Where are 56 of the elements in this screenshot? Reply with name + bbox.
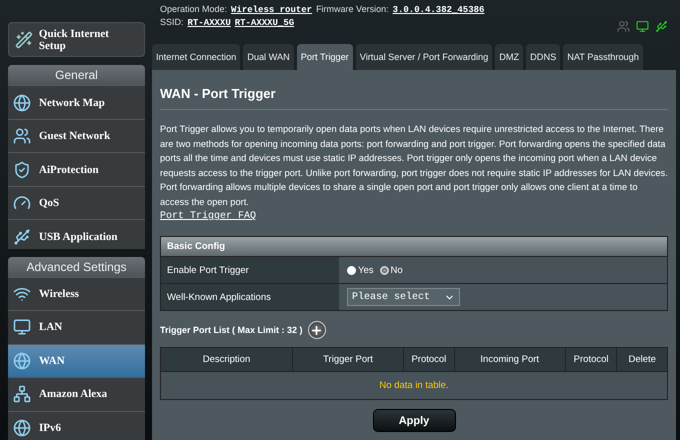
operation-mode-link[interactable]: Wireless router [231,5,312,15]
description-text: Port Trigger allows you to temporarily open data ports when LAN devices require unrestricted access to the Internet. There are two methods for opening incoming data ports: port forwarding and port trigger. Port forwarding opens the specified data ports all the time and devices must use static IP addresses. Port trigger only opens the incoming port when a LAN device requests access to the trigger port. Unlike port forwarding, port trigger does not require static IP addresses for LAN devices. Port forwarding allows multiple devices to share a single open port and port trigger only allows one client at a time to access the open port. [160,123,668,209]
radio-option[interactable]: Yes [347,264,374,276]
section-title: General [8,65,145,86]
network-icon [13,385,31,404]
ssid-link[interactable]: RT-AXXXU_5G [234,18,294,28]
tab[interactable]: Internet Connection [152,44,240,70]
plus-icon [310,324,324,336]
radio-label: No [390,264,403,276]
globe-icon [13,418,31,437]
firmware-label: Firmware Version: [316,4,389,14]
faq-link[interactable]: Port Trigger FAQ [160,211,256,222]
usb-icon [13,228,31,246]
list-title: Trigger Port List ( Max Limit : 32 ) [160,325,303,335]
globe-icon [13,352,31,370]
tab[interactable]: Port Trigger [296,44,353,70]
empty-table-message: No data in table. [161,371,667,399]
sidebar-item[interactable]: Network Map [8,85,145,119]
add-button[interactable] [308,321,326,339]
tab[interactable]: NAT Passthrough [563,44,643,70]
operation-mode-label: Operation Mode: [160,4,228,14]
users-icon [13,127,31,145]
page-title: WAN - Port Trigger [160,86,668,110]
tab[interactable]: Dual WAN [243,44,294,70]
sidebar-item[interactable]: Guest Network [8,118,145,152]
section-title: Advanced Settings [8,256,145,277]
globe-icon [13,94,31,112]
sidebar-item[interactable]: QoS [8,186,145,220]
sidebar-item[interactable]: Amazon Alexa [8,377,145,411]
sidebar-item[interactable]: IPv6 [8,410,145,440]
gauge-icon [13,194,31,212]
clients-icon[interactable] [617,20,630,33]
tab[interactable]: Virtual Server / Port Forwarding [356,44,492,70]
quick-setup-button[interactable]: Quick Internet Setup [8,22,145,58]
ssid-label: SSID: [160,17,184,27]
ssid-link[interactable]: RT-AXXXU [188,18,231,28]
sidebar-item[interactable]: Wireless [8,276,145,310]
usb-icon[interactable] [655,20,668,33]
radio-option[interactable]: No [380,264,403,276]
tab[interactable]: DDNS [526,44,560,70]
sidebar-item[interactable]: AiProtection [8,152,145,186]
tab[interactable]: DMZ [495,44,524,70]
apply-button[interactable]: Apply [372,409,456,432]
firmware-link[interactable]: 3.0.0.4.382_45386 [392,5,484,15]
sidebar-item[interactable]: WAN [8,344,145,378]
setting-label: Enable Port Trigger [161,257,339,283]
wand-icon [15,30,33,49]
application-select[interactable]: Please select [347,288,460,306]
sidebar-item[interactable]: USB Application [8,219,145,249]
radio-label: Yes [358,264,374,276]
shield-icon [13,160,31,178]
table-title: Basic Config [161,237,667,256]
column-header: Description [202,353,252,367]
setting-label: Well-Known Applications [161,284,339,310]
monitor-icon[interactable] [636,20,649,33]
monitor-icon [13,318,31,336]
